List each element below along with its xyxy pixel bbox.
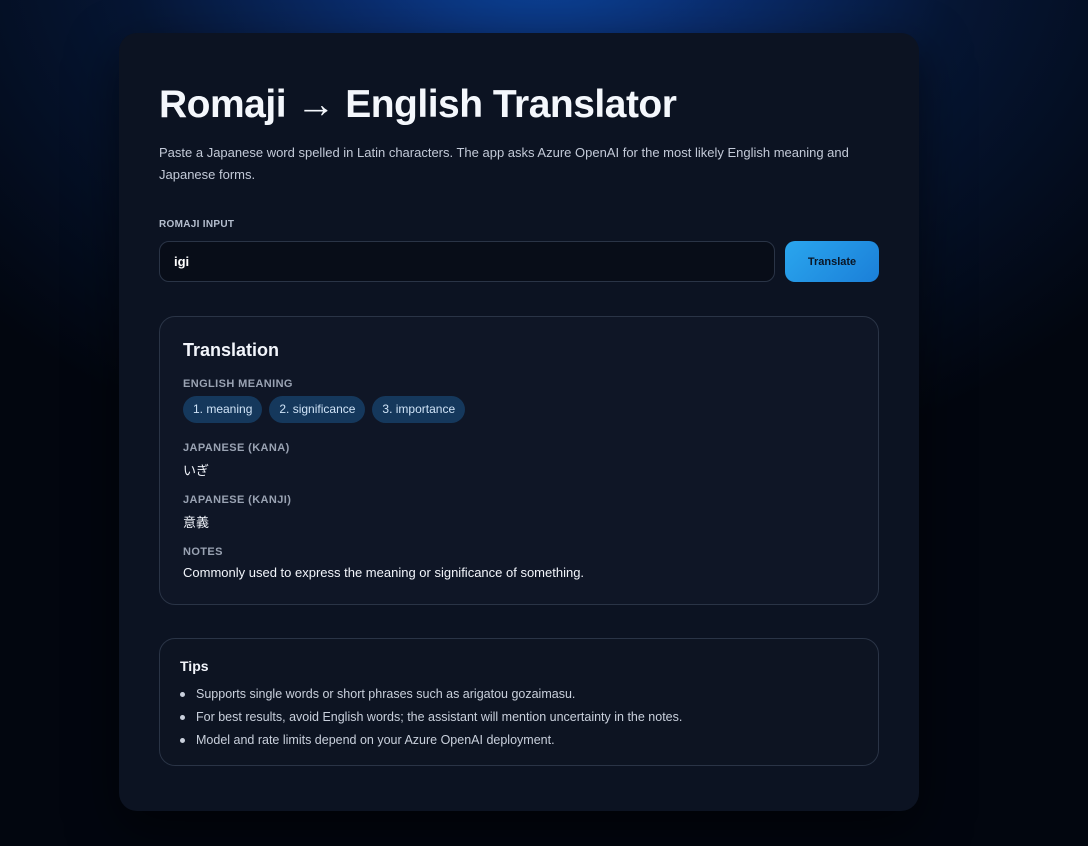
translation-result-panel: Translation ENGLISH MEANING 1. meaning 2… <box>159 316 879 605</box>
kana-label: JAPANESE (KANA) <box>183 442 290 454</box>
translator-card: Romaji → English Translator Paste a Japa… <box>119 33 919 811</box>
meaning-chip: 2. significance <box>269 396 366 423</box>
translate-button[interactable]: Translate <box>785 241 879 282</box>
kana-value: いぎ <box>183 463 210 478</box>
page-description: Paste a Japanese word spelled in Latin c… <box>159 145 849 182</box>
tips-panel: Tips Supports single words or short phra… <box>159 638 879 766</box>
tip-item: Model and rate limits depend on your Azu… <box>180 729 682 752</box>
tips-title: Tips <box>180 658 209 674</box>
english-meaning-label: ENGLISH MEANING <box>183 378 293 390</box>
tip-item: For best results, avoid English words; t… <box>180 706 682 729</box>
tips-list: Supports single words or short phrases s… <box>180 683 682 752</box>
notes-value: Commonly used to express the meaning or … <box>183 565 585 580</box>
meaning-chip: 1. meaning <box>183 396 263 423</box>
kanji-value: 意義 <box>183 515 210 530</box>
meaning-chip: 3. importance <box>372 396 466 423</box>
notes-label: NOTES <box>183 546 223 558</box>
bullet-icon <box>180 715 185 720</box>
page-title: Romaji → English Translator <box>159 83 677 126</box>
tip-text: For best results, avoid English words; t… <box>196 710 683 724</box>
tip-text: Supports single words or short phrases s… <box>196 687 576 701</box>
romaji-input-label: ROMAJI INPUT <box>159 219 235 230</box>
result-title: Translation <box>183 340 280 360</box>
meaning-chips: 1. meaning 2. significance 3. importance <box>183 396 466 423</box>
tip-item: Supports single words or short phrases s… <box>180 683 682 706</box>
kanji-label: JAPANESE (KANJI) <box>183 494 292 506</box>
tip-text: Model and rate limits depend on your Azu… <box>196 733 555 747</box>
bullet-icon <box>180 692 185 697</box>
bullet-icon <box>180 738 185 743</box>
romaji-input[interactable] <box>159 241 775 282</box>
